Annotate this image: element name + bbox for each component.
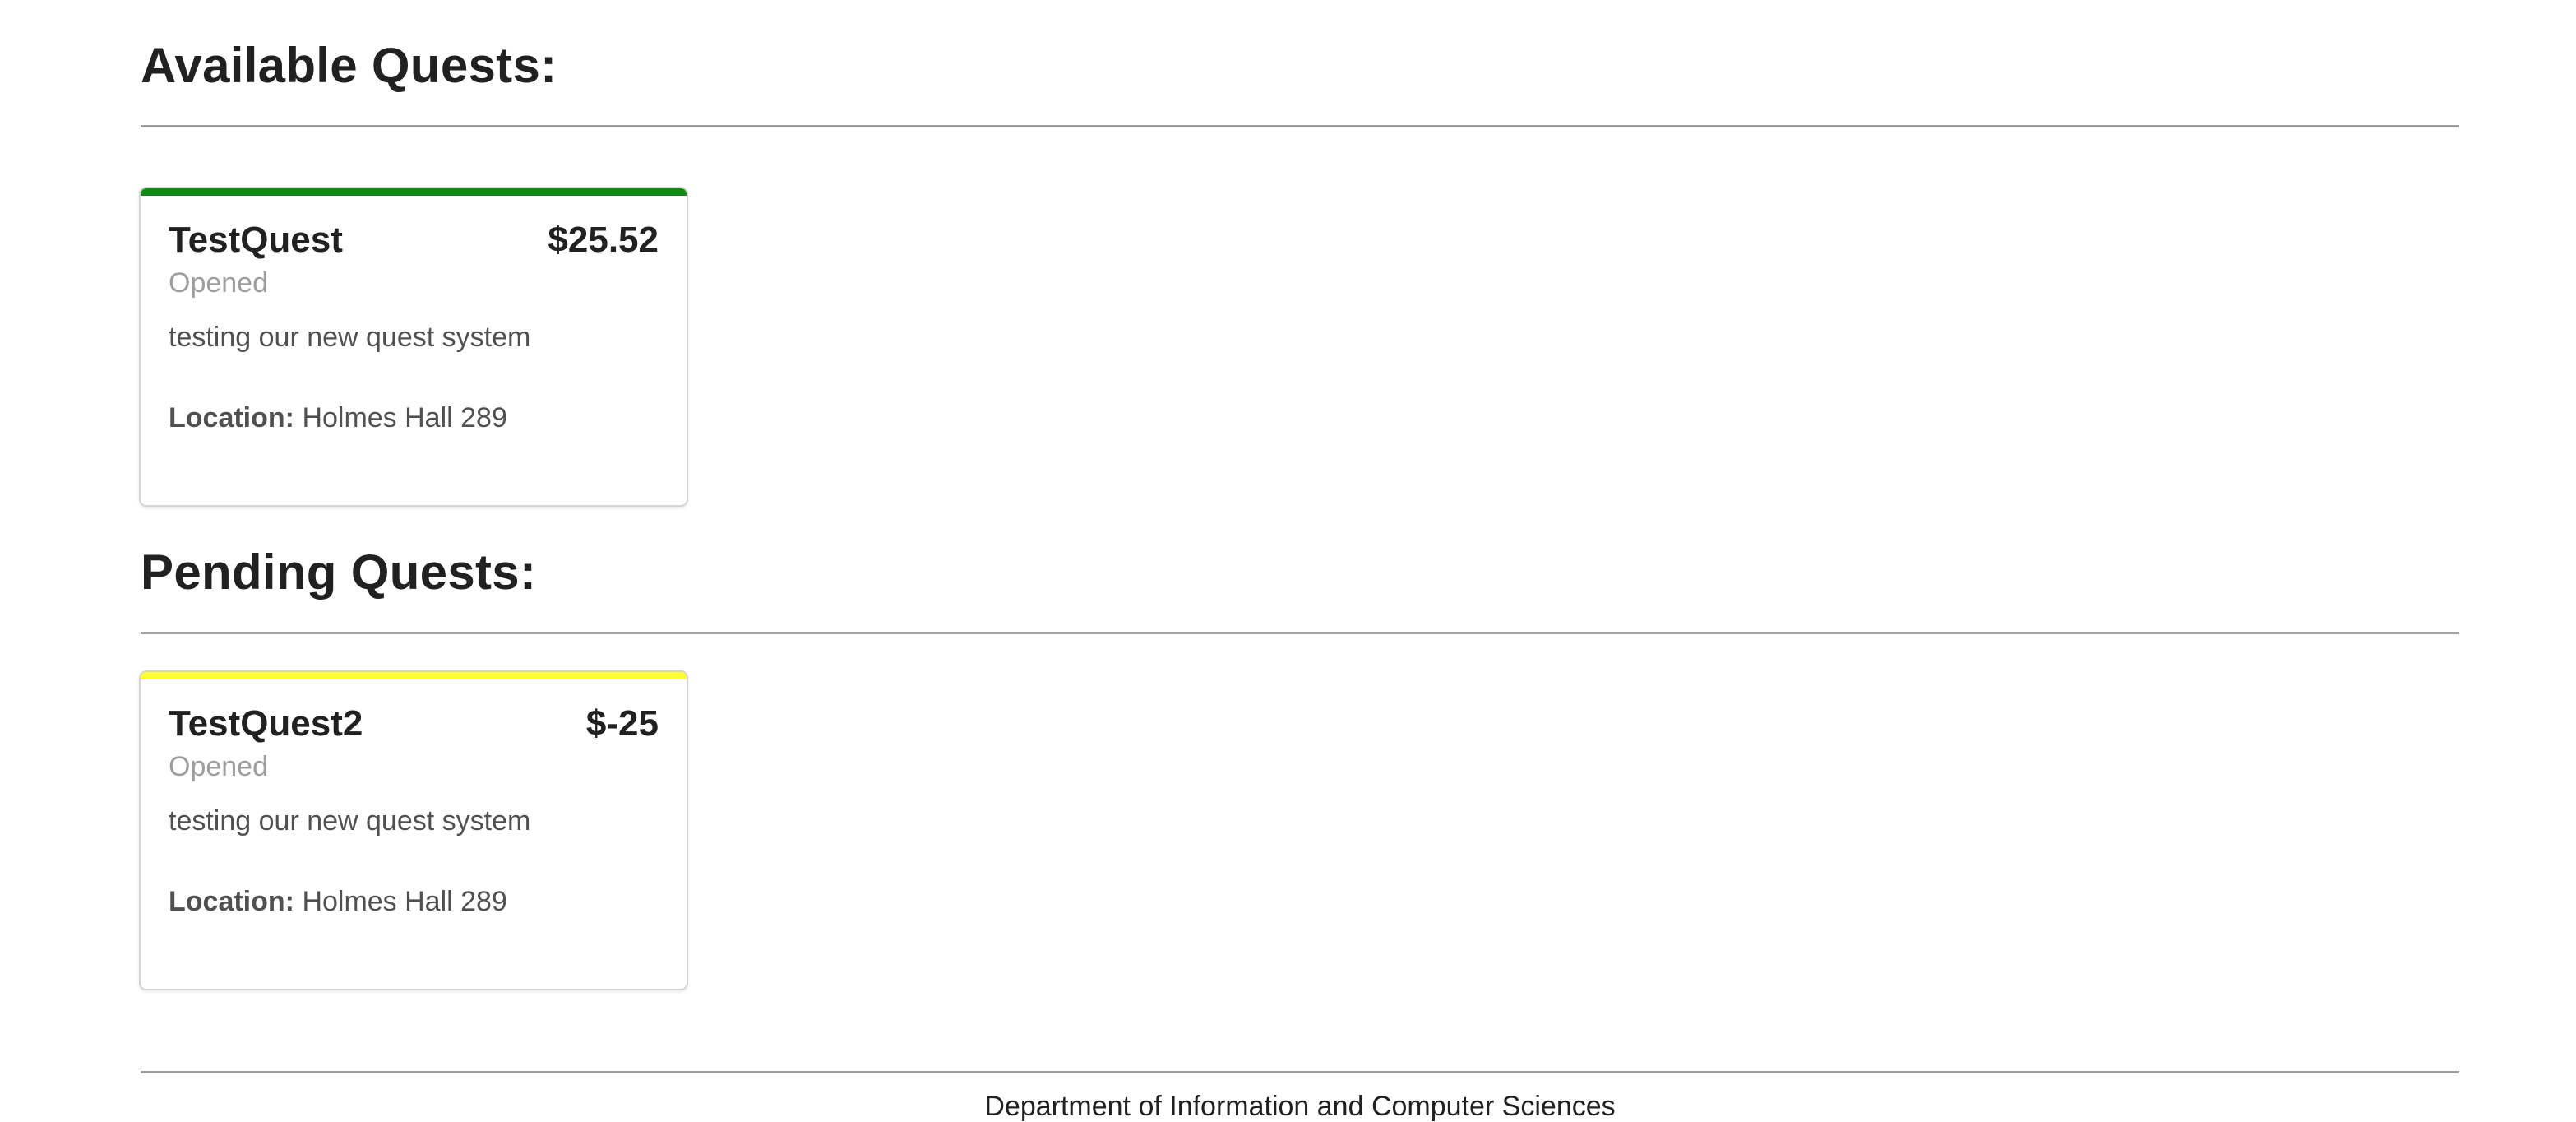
quest-status: Opened bbox=[169, 751, 268, 782]
quest-card-pending[interactable]: TestQuest2 $-25 Opened testing our new q… bbox=[139, 670, 688, 990]
quest-status: Opened bbox=[169, 267, 268, 299]
quest-price: $-25 bbox=[585, 703, 659, 744]
quest-description: testing our new quest system bbox=[169, 805, 531, 837]
location-label: Location: bbox=[169, 886, 294, 917]
quest-title: TestQuest bbox=[169, 220, 343, 260]
available-quests-heading: Available Quests: bbox=[141, 38, 557, 93]
status-color-bar bbox=[141, 188, 687, 196]
quest-description: testing our new quest system bbox=[169, 322, 531, 353]
footer-text: Department of Information and Computer S… bbox=[984, 1091, 1616, 1122]
location-value: Holmes Hall 289 bbox=[302, 402, 507, 434]
quest-price: $25.52 bbox=[548, 220, 659, 260]
location-label: Location: bbox=[169, 402, 294, 434]
footer-divider bbox=[141, 1071, 2459, 1073]
location-value: Holmes Hall 289 bbox=[302, 886, 507, 917]
page: Available Quests: TestQuest $25.52 Opene… bbox=[0, 0, 2576, 1122]
status-color-bar bbox=[141, 672, 687, 679]
available-divider bbox=[141, 125, 2459, 128]
pending-quests-heading: Pending Quests: bbox=[141, 545, 537, 600]
card-header: TestQuest $25.52 bbox=[169, 220, 659, 261]
pending-divider bbox=[141, 632, 2459, 634]
quest-location: Location: Holmes Hall 289 bbox=[169, 886, 507, 918]
quest-card-available[interactable]: TestQuest $25.52 Opened testing our new … bbox=[139, 187, 688, 507]
quest-title: TestQuest2 bbox=[169, 703, 363, 744]
card-header: TestQuest2 $-25 bbox=[169, 703, 659, 744]
quest-location: Location: Holmes Hall 289 bbox=[169, 402, 507, 434]
